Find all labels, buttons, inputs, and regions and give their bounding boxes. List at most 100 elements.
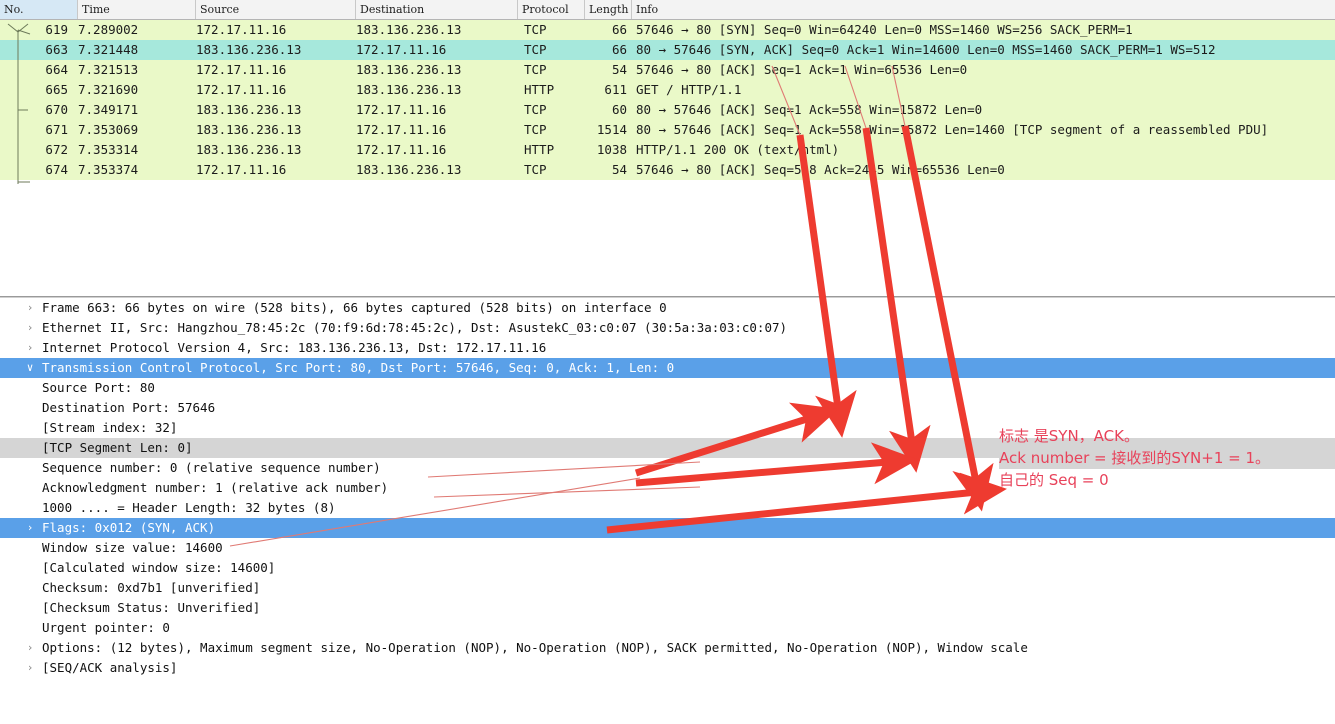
tree-row-label: [TCP Segment Len: 0] — [42, 440, 193, 455]
packet-cell-no: 619 — [45, 22, 68, 37]
packet-cell-time: 7.353069 — [78, 122, 139, 137]
packet-cell-time: 7.353314 — [78, 142, 139, 157]
packet-list-header[interactable]: No. Time Source Destination Protocol Len… — [0, 0, 1335, 20]
column-header-length[interactable]: Length — [585, 0, 632, 19]
packet-cell-length: 66 — [611, 22, 627, 37]
packet-cell-source: 183.136.236.13 — [196, 102, 302, 117]
packet-cell-info: 57646 → 80 [ACK] Seq=558 Ack=2445 Win=65… — [636, 162, 1005, 177]
tree-row-label: [Checksum Status: Unverified] — [42, 600, 261, 615]
twisty-icon[interactable]: › — [22, 338, 38, 358]
packet-cell-time: 7.321513 — [78, 62, 139, 77]
packet-cell-length: 1514 — [596, 122, 627, 137]
tree-row-seq-ack-analysis[interactable]: › [SEQ/ACK analysis] — [0, 658, 1335, 678]
packet-cell-protocol: TCP — [524, 62, 547, 77]
tree-row-urgent-pointer[interactable]: Urgent pointer: 0 — [0, 618, 1335, 638]
protocol-tree[interactable]: › Frame 663: 66 bytes on wire (528 bits),… — [0, 298, 1335, 678]
tree-row-label: Acknowledgment number: 1 (relative ack n… — [42, 480, 389, 495]
packet-cell-no: 671 — [45, 122, 68, 137]
packet-list-rows[interactable]: 619 7.289002 172.17.11.16 183.136.236.13 TCP… — [0, 20, 1335, 180]
packet-cell-info: 80 → 57646 [ACK] Seq=1 Ack=558 Win=15872… — [636, 122, 1269, 137]
twisty-icon[interactable]: › — [22, 658, 38, 678]
tree-row-src-port[interactable]: Source Port: 80 — [0, 378, 1335, 398]
column-header-protocol[interactable]: Protocol — [518, 0, 585, 19]
column-header-info[interactable]: Info — [632, 0, 1335, 19]
packet-cell-length: 611 — [604, 82, 627, 97]
tree-row-label: Ethernet II, Src: Hangzhou_78:45:2c (70:… — [42, 320, 788, 335]
packet-cell-source: 183.136.236.13 — [196, 42, 302, 57]
packet-cell-protocol: TCP — [524, 22, 547, 37]
tree-row-checksum[interactable]: Checksum: 0xd7b1 [unverified] — [0, 578, 1335, 598]
packet-list-pane[interactable]: No. Time Source Destination Protocol Len… — [0, 0, 1335, 297]
tree-row-tcp[interactable]: ∨ Transmission Control Protocol, Src Port… — [0, 358, 1335, 378]
packet-cell-no: 672 — [45, 142, 68, 157]
packet-row[interactable]: 672 7.353314 183.136.236.13 172.17.11.16 HTT… — [0, 140, 1335, 160]
packet-cell-time: 7.321690 — [78, 82, 139, 97]
tree-row-label: Urgent pointer: 0 — [42, 620, 170, 635]
twisty-icon[interactable]: › — [22, 318, 38, 338]
packet-cell-protocol: TCP — [524, 162, 547, 177]
tree-row-header-length[interactable]: 1000 .... = Header Length: 32 bytes (8) — [0, 498, 1335, 518]
packet-cell-no: 670 — [45, 102, 68, 117]
packet-row[interactable]: 664 7.321513 172.17.11.16 183.136.236.13 TCP… — [0, 60, 1335, 80]
packet-cell-no: 674 — [45, 162, 68, 177]
packet-cell-source: 172.17.11.16 — [196, 62, 287, 77]
tree-row-label: [Stream index: 32] — [42, 420, 178, 435]
twisty-icon[interactable]: › — [22, 518, 38, 538]
packet-row[interactable]: 670 7.349171 183.136.236.13 172.17.11.16 TCP… — [0, 100, 1335, 120]
tree-row-label: Window size value: 14600 — [42, 540, 223, 555]
packet-cell-source: 172.17.11.16 — [196, 162, 287, 177]
tree-row-dst-port[interactable]: Destination Port: 57646 — [0, 398, 1335, 418]
tree-row-label: Frame 663: 66 bytes on wire (528 bits), … — [42, 300, 667, 315]
tree-row-label: 1000 .... = Header Length: 32 bytes (8) — [42, 500, 336, 515]
packet-cell-length: 54 — [611, 62, 627, 77]
tree-row-label: [Calculated window size: 14600] — [42, 560, 276, 575]
tree-row-seq-number[interactable]: Sequence number: 0 (relative sequence nu… — [0, 458, 1335, 478]
packet-cell-protocol: TCP — [524, 42, 547, 57]
packet-cell-protocol: HTTP — [524, 82, 555, 97]
tree-row-flags[interactable]: › Flags: 0x012 (SYN, ACK) — [0, 518, 1335, 538]
packet-cell-no: 665 — [45, 82, 68, 97]
packet-cell-info: 80 → 57646 [SYN, ACK] Seq=0 Ack=1 Win=14… — [636, 42, 1216, 57]
packet-row[interactable]: 665 7.321690 172.17.11.16 183.136.236.13 HTT… — [0, 80, 1335, 100]
packet-cell-time: 7.353374 — [78, 162, 139, 177]
tree-row-checksum-status[interactable]: [Checksum Status: Unverified] — [0, 598, 1335, 618]
tree-row-ack-number[interactable]: Acknowledgment number: 1 (relative ack n… — [0, 478, 1335, 498]
packet-row[interactable]: 619 7.289002 172.17.11.16 183.136.236.13 TCP… — [0, 20, 1335, 40]
packet-row[interactable]: 663 7.321448 183.136.236.13 172.17.11.16 TCP… — [0, 40, 1335, 60]
packet-cell-destination: 172.17.11.16 — [356, 142, 447, 157]
packet-cell-info: GET / HTTP/1.1 — [636, 82, 742, 97]
twisty-icon[interactable]: › — [22, 298, 38, 318]
packet-cell-protocol: TCP — [524, 102, 547, 117]
packet-cell-destination: 183.136.236.13 — [356, 82, 462, 97]
column-header-no[interactable]: No. — [0, 0, 78, 19]
packet-detail-pane[interactable]: › Frame 663: 66 bytes on wire (528 bits),… — [0, 297, 1335, 724]
tree-row-frame[interactable]: › Frame 663: 66 bytes on wire (528 bits),… — [0, 298, 1335, 318]
tree-row-stream-index[interactable]: [Stream index: 32] — [0, 418, 1335, 438]
packet-cell-source: 172.17.11.16 — [196, 82, 287, 97]
tree-row-segment-len[interactable]: [TCP Segment Len: 0] — [0, 438, 1335, 458]
packet-row[interactable]: 671 7.353069 183.136.236.13 172.17.11.16 TCP… — [0, 120, 1335, 140]
column-header-destination[interactable]: Destination — [356, 0, 518, 19]
tree-row-window-size-value[interactable]: Window size value: 14600 — [0, 538, 1335, 558]
twisty-icon[interactable]: ∨ — [22, 358, 38, 378]
packet-cell-length: 66 — [611, 42, 627, 57]
twisty-icon[interactable]: › — [22, 638, 38, 658]
packet-cell-info: 80 → 57646 [ACK] Seq=1 Ack=558 Win=15872… — [636, 102, 983, 117]
column-header-time[interactable]: Time — [78, 0, 196, 19]
tree-row-label: Options: (12 bytes), Maximum segment siz… — [42, 640, 1028, 655]
tree-row-ethernet[interactable]: › Ethernet II, Src: Hangzhou_78:45:2c (70… — [0, 318, 1335, 338]
tree-row-ipv4[interactable]: › Internet Protocol Version 4, Src: 183.1… — [0, 338, 1335, 358]
tree-row-label: Transmission Control Protocol, Src Port:… — [42, 360, 675, 375]
column-header-source[interactable]: Source — [196, 0, 356, 19]
tree-row-label: Flags: 0x012 (SYN, ACK) — [42, 520, 216, 535]
packet-cell-no: 664 — [45, 62, 68, 77]
tree-row-calculated-window-size[interactable]: [Calculated window size: 14600] — [0, 558, 1335, 578]
tree-row-options[interactable]: › Options: (12 bytes), Maximum segment si… — [0, 638, 1335, 658]
packet-row[interactable]: 674 7.353374 172.17.11.16 183.136.236.13 TCP… — [0, 160, 1335, 180]
